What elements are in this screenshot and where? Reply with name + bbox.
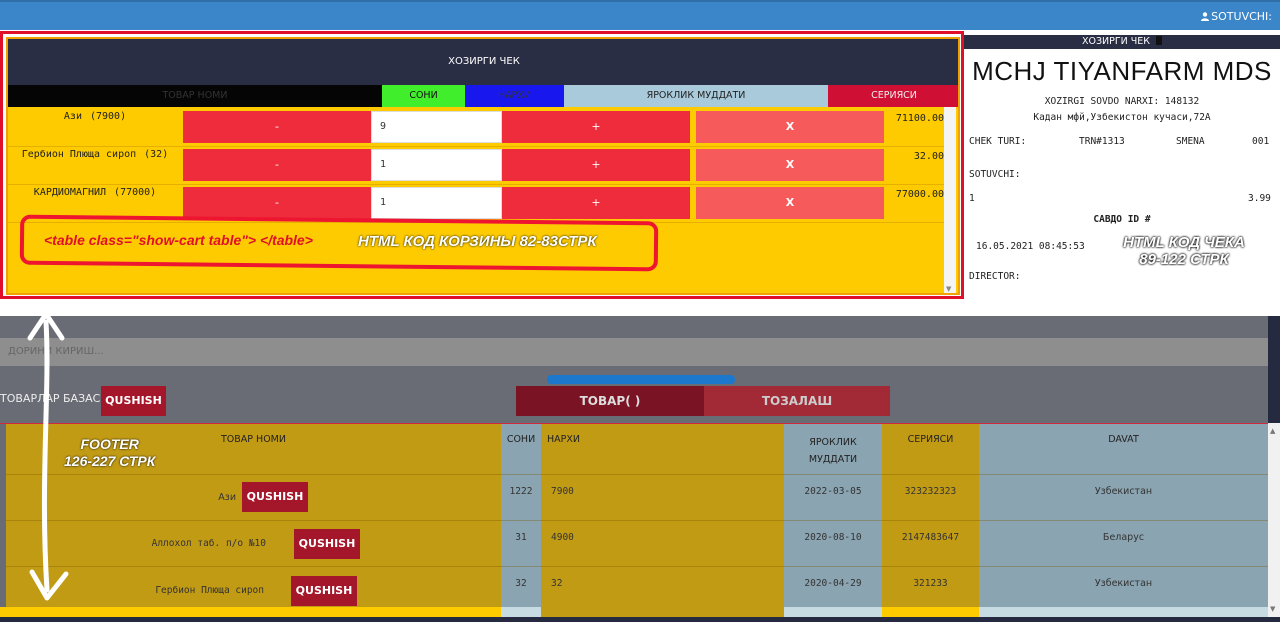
decrease-button[interactable]: - [183,111,371,143]
receipt-company: MCHJ TIYANFARM MDS [972,56,1272,86]
add-product-button[interactable]: QUSHISH [101,386,166,416]
receipt-chek-turi-label: CHEK TURI: [969,136,1027,147]
row-divider [6,566,1268,567]
receipt-smena-value: 001 [1252,136,1270,147]
cart-col-expiry: ЯРОКЛИК МУДДАТИ [564,85,828,107]
product-qty: 31 [515,532,527,543]
bottom-border [0,617,1280,622]
cart-item-name: Гербион Плюща сироп (32) [21,149,169,160]
scroll-down-arrow-icon[interactable]: ▼ [1270,605,1275,613]
quantity-input[interactable]: 9 [371,111,502,143]
user-label: SOTUVCHI: [1211,10,1272,23]
app-root: SOTUVCHI: ХОЗИРГИ ЧЕК ТОВАР НОМИ СОНИ НА… [0,0,1280,622]
remove-item-button[interactable]: X [696,187,884,219]
cart-item-total: 77000.00 [895,189,944,200]
cart-item-name: КАРДИОМАГНИЛ (77000) [33,187,157,198]
product-series: 323232323 [904,486,957,497]
cart-annotation-text: HTML КОД КОРЗИНЫ 82-83СТРК [358,233,597,250]
product-expiry: 2020-08-10 [804,532,862,543]
products-scrollbar[interactable]: ▲ ▼ [1268,423,1280,617]
user-icon [1201,12,1210,21]
products-col-price: НАРХИ [547,434,580,445]
footer-annotation: FOOTER 126-227 СТРК [64,436,156,469]
increase-button[interactable]: + [502,111,690,143]
row-strip [882,607,979,617]
product-series: 321233 [913,578,948,589]
scroll-down-arrow-icon[interactable]: ▼ [946,285,951,293]
remove-item-button[interactable]: X [696,149,884,181]
product-price: 4900 [551,532,574,543]
row-strip [501,607,541,617]
add-to-cart-button[interactable]: QUSHISH [291,576,357,606]
cart-col-price: НАРХИ [465,85,564,107]
cart-item-total: 32.00 [913,151,944,162]
increase-button[interactable]: + [502,187,690,219]
product-country: Узбекистан [1094,486,1153,497]
cart-item-name: Ази (7900) [63,111,127,122]
products-col-qty: СОНИ [506,434,536,445]
receipt-seller-label: SOTUVCHI: [969,169,1021,180]
cart-row: Гербион Плюща сироп (32) - 1 + X 32.00 [8,147,944,185]
progress-indicator [547,375,735,384]
row-divider [6,520,1268,521]
search-input[interactable]: ДОРИНИ КИРИШ... [0,338,1268,366]
quantity-input[interactable]: 1 [371,187,502,219]
scroll-up-arrow-icon[interactable]: ▲ [1270,427,1275,435]
receipt-panel: ХОЗИРГИ ЧЕК MCHJ TIYANFARM MDS XOZIRGI S… [964,31,1280,299]
cart-scrollbar[interactable]: ▼ [944,107,956,293]
receipt-total-line: XOZIRGI SOVDO NARXI: 148132 [1044,96,1200,107]
receipt-director: DIRECTOR: [969,271,1021,282]
product-price: 32 [551,578,563,589]
cart-header-row: ТОВАР НОМИ СОНИ НАРХИ ЯРОКЛИК МУДДАТИ СЕ… [8,85,958,107]
clear-button[interactable]: ТОЗАЛАШ [704,386,890,416]
product-price: 7900 [551,486,574,497]
increase-button[interactable]: + [502,149,690,181]
product-expiry: 2022-03-05 [804,486,862,497]
top-bar: SOTUVCHI: [0,0,1280,30]
user-menu[interactable]: SOTUVCHI: [1201,10,1272,23]
products-col-country: DAVAT [1108,434,1139,445]
receipt-smena-label: SMENA [1176,136,1205,147]
receipt-line-amount: 3.99 [1248,193,1271,204]
cart-col-series: СЕРИЯСИ [828,85,958,107]
cart-row: Ази (7900) - 9 + X 71100.00 [8,109,944,147]
row-strip [784,607,882,617]
products-col-expiry: ЯРОКЛИК МУДДАТИ [808,437,858,465]
receipt-datetime: 16.05.2021 08:45:53 [976,241,1085,252]
decrease-button[interactable]: - [183,149,371,181]
product-expiry: 2020-04-29 [804,578,862,589]
product-qty: 32 [515,578,527,589]
receipt-trn: TRN#1313 [1079,136,1125,147]
add-to-cart-button[interactable]: QUSHISH [242,482,308,512]
receipt-line-qty: 1 [969,193,975,204]
receipt-header: ХОЗИРГИ ЧЕК [964,35,1280,49]
cart-item-total: 71100.00 [895,113,944,124]
row-divider [6,474,1268,475]
receipt-address: Кадан мфй,Узбекистон кучаси,72А [1033,112,1211,123]
col-bg-price [541,424,784,618]
row-strip [979,607,1268,617]
row-strip [541,607,784,617]
cart-col-name: ТОВАР НОМИ [8,85,382,107]
product-qty: 1222 [509,486,533,497]
cart-title: ХОЗИРГИ ЧЕК [8,39,958,85]
receipt-print-icon[interactable] [1156,36,1163,45]
add-to-cart-button[interactable]: QUSHISH [294,529,360,559]
receipt-sale-id: САВДО ID # [1093,214,1151,225]
receipt-annotation: HTML КОД ЧЕКА 89-122 СТРК [1123,234,1245,268]
products-table: ТОВАР НОМИ СОНИ НАРХИ ЯРОКЛИК МУДДАТИ СЕР… [0,423,1268,618]
product-country: Беларус [1102,532,1145,543]
remove-item-button[interactable]: X [696,111,884,143]
product-series: 2147483647 [901,532,960,543]
cart-col-qty: СОНИ [382,85,465,107]
products-col-series: СЕРИЯСИ [907,434,954,445]
category-button[interactable]: ТОВАР( ) [516,386,704,416]
decrease-button[interactable]: - [183,187,371,219]
quantity-input[interactable]: 1 [371,149,502,181]
cart-annotation-code: <table class="show-cart table"> </table> [44,232,313,248]
product-country: Узбекистан [1094,578,1153,589]
